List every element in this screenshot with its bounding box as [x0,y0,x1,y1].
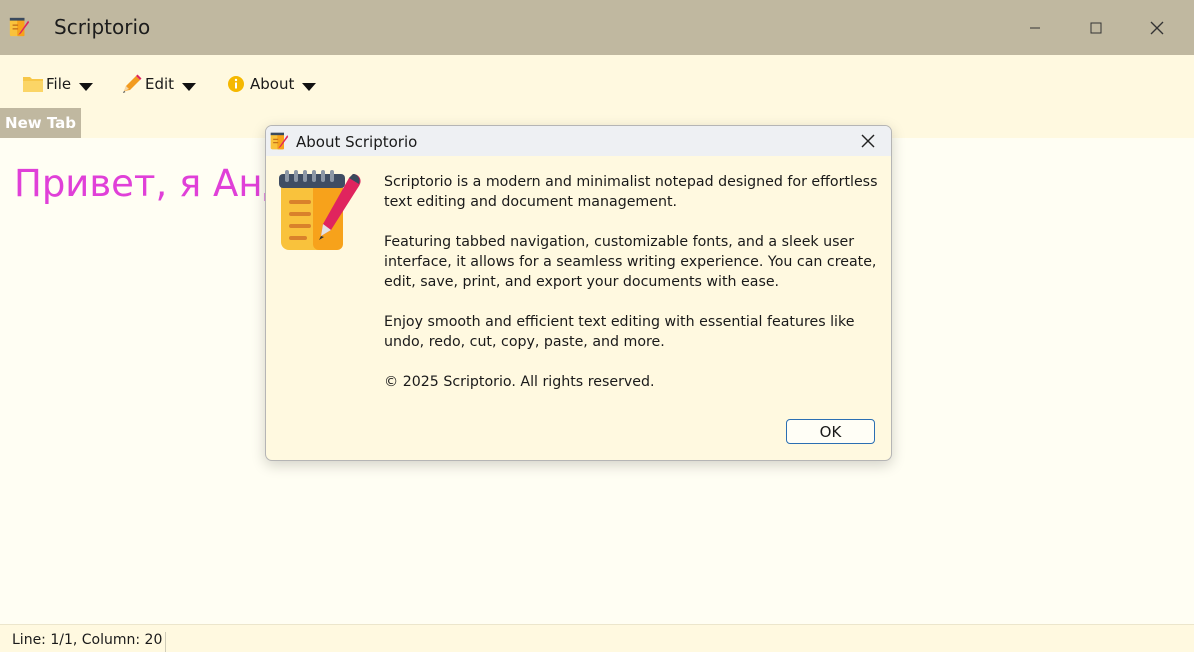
chevron-down-icon [182,83,197,91]
notepad-app-icon [270,132,289,150]
menu-edit-label: Edit [145,75,175,93]
cursor-position: Line: 1/1, Column: 20 [12,632,167,652]
copyright-text: © 2025 Scriptorio. All rights reserved. [384,374,655,390]
dialog-paragraph: Featuring tabbed navigation, customizabl… [384,234,877,290]
window-titlebar: Scriptorio [0,0,1194,55]
about-dialog: About Scriptorio Scriptorio is a modern … [265,125,892,461]
ok-button[interactable]: OK [786,419,875,444]
dialog-titlebar: About Scriptorio [266,126,891,156]
notepad-logo-icon [279,170,361,250]
menu-file-label: File [46,75,72,93]
status-bar: Line: 1/1, Column: 20 [0,624,1194,652]
chevron-down-icon [79,83,94,91]
dialog-body: Scriptorio is a modern and minimalist no… [384,172,879,412]
menu-about[interactable]: About [226,72,317,96]
window-title: Scriptorio [54,15,151,39]
minimize-button[interactable] [1005,0,1065,55]
menu-about-label: About [250,75,295,93]
close-icon[interactable] [860,133,876,149]
menu-file[interactable]: File [22,72,94,96]
pencil-icon [123,74,142,93]
editor-content[interactable]: Привет, я Анд [14,162,288,205]
menu-edit[interactable]: Edit [121,72,197,96]
close-button[interactable] [1127,0,1187,55]
notepad-app-icon [9,17,30,37]
dialog-paragraph: Enjoy smooth and efficient text editing … [384,314,855,350]
close-icon [1150,21,1164,34]
info-icon [228,76,244,92]
dialog-paragraph: Scriptorio is a modern and minimalist no… [384,174,878,210]
dialog-title: About Scriptorio [296,133,418,151]
maximize-button[interactable] [1066,0,1126,55]
tab-new-tab[interactable]: New Tab [0,108,81,138]
minimize-icon [1030,27,1040,28]
folder-icon [23,77,43,92]
chevron-down-icon [302,83,317,91]
maximize-icon [1090,22,1102,33]
menu-bar: File Edit About [0,55,1194,108]
